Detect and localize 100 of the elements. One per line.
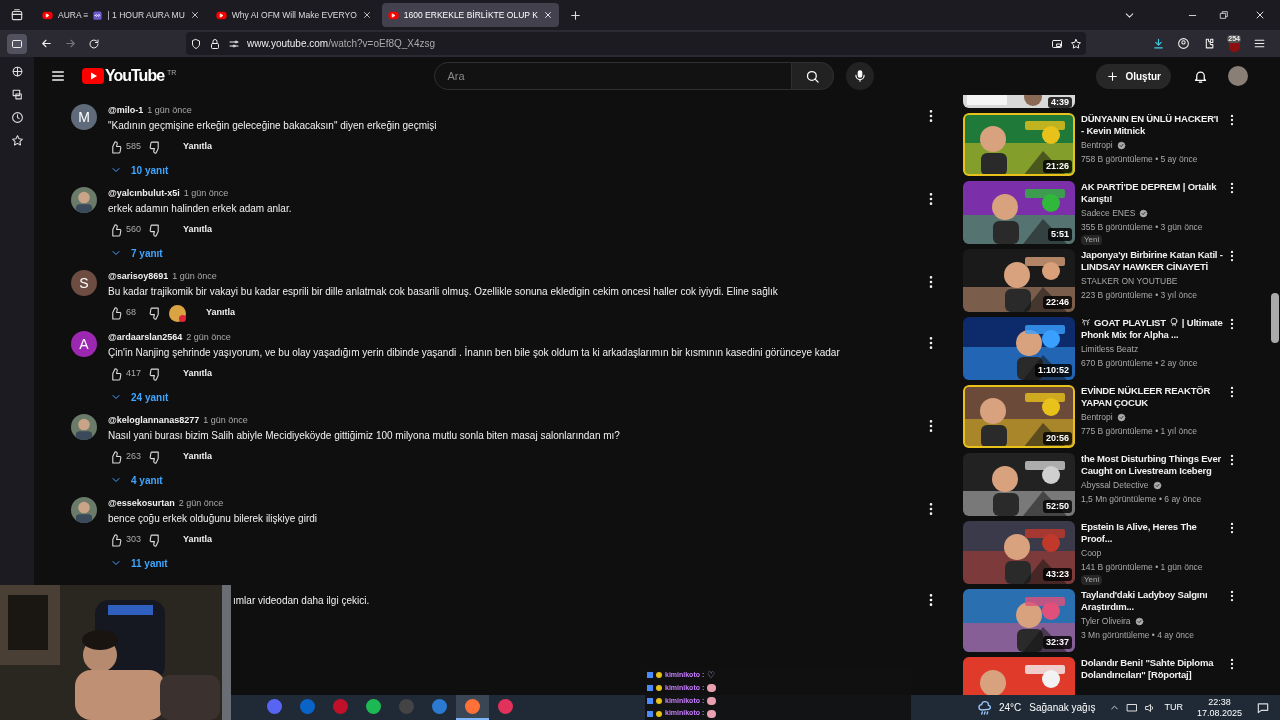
comment-author[interactable]: @keloglannanas8277	[108, 414, 200, 428]
comment-author[interactable]: @essekosurtan	[108, 497, 175, 511]
thumbs-up-icon	[109, 450, 122, 464]
replies-toggle[interactable]: 11 yanıt	[110, 552, 168, 574]
notification-icon[interactable]	[1256, 700, 1270, 715]
history-icon[interactable]	[10, 111, 24, 124]
video-meta: 670 B görüntüleme • 2 ay önce	[1081, 356, 1199, 370]
browser-tab[interactable]: AURA ≡ | 1 HOUR AURA MU	[36, 3, 206, 27]
video-title[interactable]: DÜNYANIN EN ÜNLÜ HACKER'I - Kevin Mitnick	[1081, 113, 1223, 137]
back-arrow-icon	[39, 37, 53, 50]
picture-in-picture-icon	[1051, 37, 1063, 50]
comment-time[interactable]: 1 gün önce	[172, 270, 217, 284]
video-title[interactable]: Tayland'daki Ladyboy Salgını Araştırdım...	[1081, 589, 1223, 613]
video-title[interactable]: the Most Disturbing Things Ever Caught on Livestream Iceberg	[1081, 453, 1223, 477]
bookmarks-icon[interactable]	[10, 134, 24, 147]
reply-button[interactable]: Yanıtla	[183, 450, 212, 464]
reply-button[interactable]: Yanıtla	[183, 533, 212, 547]
new-badge: Yeni	[1081, 234, 1103, 245]
weather-temperature[interactable]: 24°C	[998, 700, 1022, 715]
comment-author[interactable]: @milo-1	[108, 104, 144, 118]
channel-name[interactable]: Tyler Oliveira	[1081, 615, 1144, 628]
browser-tab[interactable]: Why AI OFM Will Make EVERYO	[209, 3, 378, 27]
video-meta: 355 B görüntüleme • 3 gün önce	[1081, 220, 1204, 234]
url-bar[interactable]: www.youtube.com/watch?v=oEf8Q_X4zsg	[186, 32, 1086, 55]
create-button[interactable]: Oluştur	[1096, 63, 1171, 89]
like-count: 263	[126, 450, 143, 464]
avatar[interactable]: A	[71, 331, 97, 357]
comment-author[interactable]: @yalcınbulut-x5i	[108, 187, 180, 201]
comment-time[interactable]: 1 gün önce	[203, 414, 248, 428]
channel-name[interactable]: STALKER ON YOUTUBE	[1081, 275, 1178, 288]
video-title[interactable]: Japonya'yı Birbirine Katan Katil - LINDSAY HAWKER CİNAYETİ	[1081, 249, 1223, 273]
search-button[interactable]	[792, 62, 835, 90]
notifications-button[interactable]	[1193, 68, 1208, 84]
account-avatar[interactable]	[1228, 66, 1248, 86]
close-icon[interactable]	[542, 10, 553, 20]
video-title[interactable]: AK PARTİ'DE DEPREM | Ortalık Karıştı!	[1081, 181, 1223, 205]
avatar[interactable]: S	[71, 270, 97, 296]
reply-button[interactable]: Yanıtla	[183, 223, 212, 237]
channel-name[interactable]: Limitless Beatz	[1081, 343, 1139, 356]
comment-author[interactable]: @ardaarslan2564	[108, 331, 183, 345]
reply-button[interactable]: Yanıtla	[183, 367, 212, 381]
replies-toggle[interactable]: 7 yanıt	[110, 242, 163, 264]
replies-toggle[interactable]: 24 yanıt	[110, 386, 169, 408]
video-play-icon	[387, 9, 399, 21]
browser-tab[interactable]: 1600 ERKEKLE BİRLİKTE OLUP K	[381, 3, 559, 27]
synced-tabs-icon[interactable]	[10, 88, 24, 101]
channel-name[interactable]: Bentropi	[1081, 411, 1126, 424]
star-icon[interactable]	[1070, 37, 1082, 50]
replies-toggle[interactable]: 10 yanıt	[110, 159, 169, 181]
input-language[interactable]: TUR	[1164, 700, 1183, 715]
comment-time[interactable]: 1 gün önce	[183, 187, 229, 201]
taskbar-app[interactable]	[456, 695, 489, 720]
comment-time[interactable]: 2 gün önce	[186, 331, 231, 345]
reply-button[interactable]: Yanıtla	[183, 140, 212, 154]
thumbs-down-icon	[149, 450, 162, 464]
logo-text[interactable]: YouTube	[105, 68, 165, 84]
sidebar-toggle-button[interactable]	[7, 33, 27, 54]
thumbs-down-icon	[149, 140, 162, 154]
comment-author[interactable]: @sarisoy8691	[108, 270, 169, 284]
video-title[interactable]: GOAT PLAYLIST | Ultimate Phonk Mix for Alpha ...	[1081, 317, 1223, 341]
like-count: 560	[126, 223, 143, 237]
logo-play-icon[interactable]	[82, 68, 104, 84]
video-title[interactable]: EVİNDE NÜKLEER REAKTÖR YAPAN ÇOCUK	[1081, 385, 1223, 409]
account-icon[interactable]	[1177, 37, 1191, 50]
comment-text: erkek adamın halinden erkek adam anlar.	[108, 202, 293, 216]
close-icon[interactable]	[361, 10, 372, 20]
sidebar-icon	[11, 37, 23, 50]
scrollbar-thumb[interactable]	[1271, 293, 1279, 343]
download-icon[interactable]	[1152, 37, 1166, 50]
channel-name[interactable]: Coop	[1081, 547, 1102, 560]
channel-name[interactable]: Abyssal Detective	[1081, 479, 1162, 492]
close-icon	[1254, 9, 1266, 21]
clock-date[interactable]: 17.08.2025	[1196, 707, 1242, 719]
search-field[interactable]: Ara	[434, 62, 793, 90]
tab-list-icon[interactable]	[10, 8, 24, 22]
video-meta: 141 B görüntüleme • 1 gün önce	[1081, 560, 1204, 574]
video-title[interactable]: Dolandır Beni! "Sahte Diploma Dolandırıcıları" [Röportaj]	[1081, 657, 1223, 681]
thumbs-up-icon	[109, 533, 122, 547]
thumbs-down-icon	[149, 533, 162, 547]
search-icon	[805, 68, 821, 84]
clock-time[interactable]: 22:38	[1208, 696, 1231, 708]
video-meta: 3 Mn görüntüleme • 4 ay önce	[1081, 628, 1196, 642]
channel-name[interactable]: Bentropi	[1081, 139, 1126, 152]
reply-button[interactable]: Yanıtla	[206, 306, 235, 320]
avatar[interactable]: M	[71, 104, 97, 130]
comment-time[interactable]: 2 gün önce	[178, 497, 224, 511]
video-play-icon	[215, 9, 227, 21]
video-title[interactable]: Epstein Is Alive, Heres The Proof...	[1081, 521, 1223, 545]
menu-icon[interactable]	[1253, 37, 1266, 50]
reload-icon	[88, 37, 100, 50]
replies-toggle[interactable]: 4 yanıt	[110, 469, 163, 491]
tab-title: AURA ≡	[58, 8, 89, 22]
voice-search-button[interactable]	[846, 62, 875, 90]
menu-button[interactable]	[50, 68, 66, 84]
weather-description[interactable]: Sağanak yağış	[1029, 700, 1096, 715]
comment-time[interactable]: 1 gün önce	[147, 104, 192, 118]
channel-name[interactable]: Sadece ENES	[1081, 207, 1149, 220]
new-tab-button[interactable]	[568, 8, 582, 22]
close-icon[interactable]	[189, 10, 200, 20]
forward-arrow-icon	[63, 37, 77, 50]
